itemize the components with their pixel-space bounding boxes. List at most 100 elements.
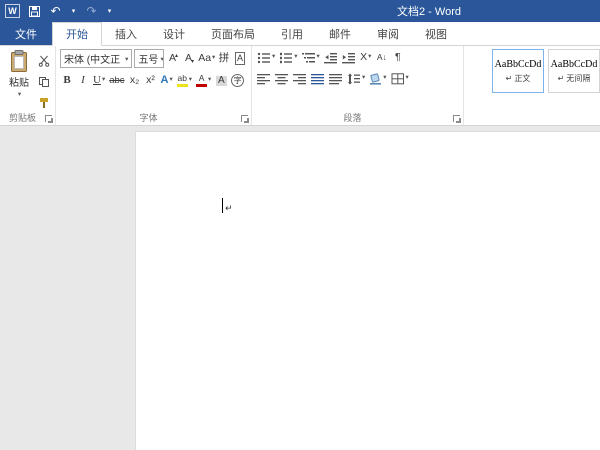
paste-clipboard-icon: [9, 50, 29, 73]
strikethrough-button[interactable]: abc: [108, 72, 125, 89]
font-dialog-launcher-icon[interactable]: [241, 115, 248, 122]
paste-button[interactable]: 粘贴 ▾: [4, 49, 34, 111]
cut-icon: [38, 55, 50, 67]
change-case-button[interactable]: Aa ▾: [198, 50, 215, 67]
italic-button[interactable]: I: [76, 72, 90, 89]
tab-references[interactable]: 引用: [268, 22, 316, 45]
redo-button[interactable]: ↷: [85, 3, 98, 19]
chevron-down-icon: ▾: [294, 54, 297, 61]
document-area: ↵: [0, 126, 600, 450]
styles-group: AaBbCcDd ↵ 正文 AaBbCcDd ↵ 无间隔: [464, 46, 600, 125]
chevron-down-icon: ▾: [406, 75, 409, 82]
increase-indent-icon: [342, 52, 356, 64]
clipboard-group-label: 剪贴板: [0, 111, 45, 124]
style-preview: AaBbCcDd: [551, 59, 598, 70]
format-painter-button[interactable]: [37, 94, 51, 111]
line-spacing-button[interactable]: ▾: [346, 70, 366, 87]
titlebar[interactable]: W ↶ ▾ ↷ ▾ 文档2 - Word: [0, 0, 600, 22]
align-left-button[interactable]: [256, 70, 272, 87]
style-no-spacing[interactable]: AaBbCcDd ↵ 无间隔: [548, 49, 600, 93]
tab-file[interactable]: 文件: [0, 22, 52, 45]
shading-bucket-icon: [369, 73, 382, 85]
justify-button[interactable]: [310, 70, 326, 87]
show-hide-marks-button[interactable]: ¶: [391, 49, 405, 66]
tab-design[interactable]: 设计: [150, 22, 198, 45]
subscript-button[interactable]: x₂: [128, 72, 142, 89]
shading-button[interactable]: ▾: [368, 70, 387, 87]
tab-review[interactable]: 审阅: [364, 22, 412, 45]
up-triangle-icon: ▴: [175, 53, 178, 59]
underline-button[interactable]: U ▾: [92, 72, 106, 89]
highlight-color-icon: ab: [177, 74, 188, 87]
bold-button[interactable]: B: [60, 72, 74, 89]
word-logo-icon[interactable]: W: [5, 4, 20, 18]
clipboard-dialog-launcher-icon[interactable]: [45, 115, 52, 122]
paste-dropdown-icon: ▾: [18, 90, 21, 98]
line-spacing-icon: [347, 73, 361, 85]
down-triangle-icon: ▾: [191, 59, 194, 65]
text-effects-button[interactable]: A ▾: [160, 72, 174, 89]
chevron-down-icon: ▾: [208, 77, 211, 84]
phonetic-guide-icon: 拼: [219, 53, 230, 64]
enclose-characters-button[interactable]: 字: [230, 72, 245, 89]
align-center-button[interactable]: [274, 70, 290, 87]
font-color-button[interactable]: A ▾: [195, 72, 212, 89]
increase-indent-button[interactable]: [341, 49, 357, 66]
chevron-down-icon: ▾: [272, 54, 275, 61]
align-center-icon: [275, 73, 289, 85]
font-size-value: 五号: [138, 51, 158, 66]
chevron-down-icon: ▾: [212, 55, 215, 62]
copy-button[interactable]: [37, 73, 51, 90]
font-size-select[interactable]: 五号 ▾: [134, 49, 164, 68]
undo-dropdown[interactable]: ▾: [70, 3, 77, 19]
paragraph-mark-icon: ↵: [506, 74, 513, 83]
format-painter-icon: [38, 97, 50, 109]
tab-view[interactable]: 视图: [412, 22, 460, 45]
font-name-value: 宋体 (中文正: [64, 51, 120, 66]
copy-icon: [38, 76, 50, 88]
chevron-down-icon: ▾: [317, 54, 320, 61]
undo-button[interactable]: ↶: [49, 3, 62, 19]
tab-mailings[interactable]: 邮件: [316, 22, 364, 45]
superscript-button[interactable]: x²: [144, 72, 158, 89]
align-right-icon: [293, 73, 307, 85]
chevron-down-icon: ▾: [123, 55, 128, 63]
multilevel-list-icon: [302, 52, 316, 64]
style-name: ↵ 正文: [506, 73, 531, 84]
borders-grid-icon: [391, 73, 405, 85]
tab-insert[interactable]: 插入: [102, 22, 150, 45]
distribute-button[interactable]: [328, 70, 344, 87]
tab-page-layout[interactable]: 页面布局: [198, 22, 268, 45]
save-button[interactable]: [28, 3, 41, 19]
align-right-button[interactable]: [292, 70, 308, 87]
bullets-button[interactable]: ▾: [256, 49, 276, 66]
tab-home[interactable]: 开始: [52, 22, 102, 46]
font-name-select[interactable]: 宋体 (中文正 ▾: [60, 49, 132, 68]
font-group: 宋体 (中文正 ▾ 五号 ▾ A ▴ A ▾: [56, 46, 252, 125]
chevron-down-icon: ▾: [158, 55, 163, 63]
shrink-font-button[interactable]: A ▾: [182, 50, 196, 67]
document-page[interactable]: ↵: [135, 131, 600, 450]
paste-label: 粘贴: [9, 74, 29, 89]
asian-layout-button[interactable]: X ▾: [359, 49, 373, 66]
decrease-indent-button[interactable]: [323, 49, 339, 66]
multilevel-list-button[interactable]: ▾: [301, 49, 321, 66]
phonetic-guide-button[interactable]: 拼: [217, 50, 231, 67]
style-normal[interactable]: AaBbCcDd ↵ 正文: [492, 49, 544, 93]
cut-button[interactable]: [37, 52, 51, 69]
clipboard-small-buttons: [37, 49, 51, 111]
character-shading-button[interactable]: A: [214, 72, 228, 89]
character-border-button[interactable]: A: [233, 50, 247, 67]
font-color-icon: A: [196, 74, 207, 87]
paragraph-dialog-launcher-icon[interactable]: [453, 115, 460, 122]
chevron-down-icon: ▾: [383, 75, 386, 82]
chevron-down-icon: ▾: [189, 77, 192, 84]
save-icon: [29, 6, 40, 17]
customize-quick-access-button[interactable]: ▾: [106, 3, 113, 19]
chevron-down-icon: ▾: [362, 75, 365, 82]
highlight-color-button[interactable]: ab ▾: [176, 72, 193, 89]
borders-button[interactable]: ▾: [390, 70, 410, 87]
sort-button[interactable]: A↓: [375, 49, 389, 66]
numbering-button[interactable]: ▾: [278, 49, 298, 66]
grow-font-button[interactable]: A ▴: [166, 50, 180, 67]
